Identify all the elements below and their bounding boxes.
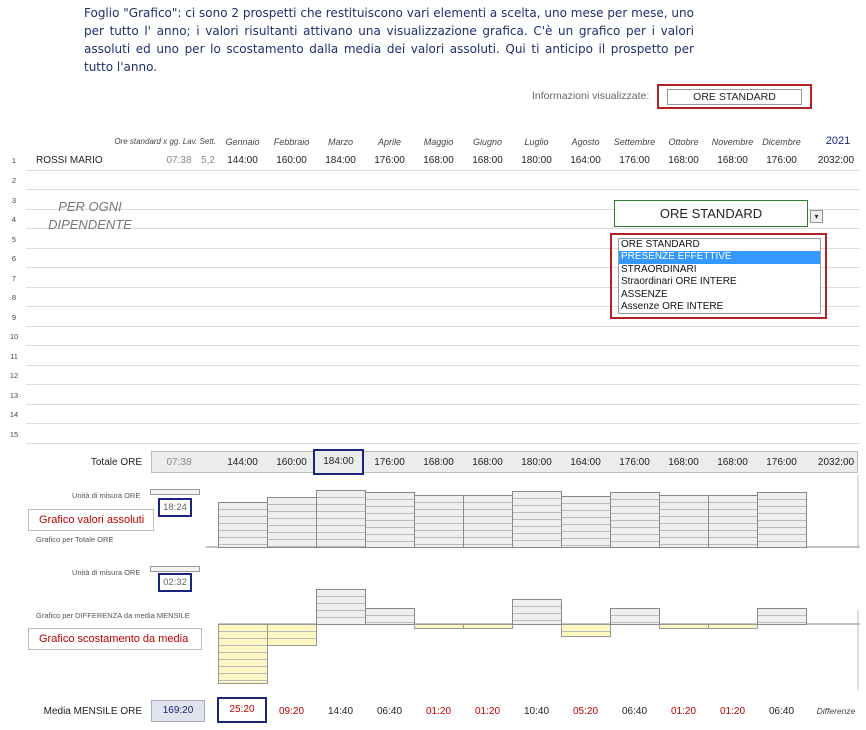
abs-chart-bar bbox=[610, 492, 660, 548]
media-diff-cell: 01:20 bbox=[474, 706, 501, 717]
dev-chart-bar bbox=[659, 624, 709, 629]
media-diff-cell: 09:20 bbox=[278, 706, 305, 717]
dev-unit-slider[interactable] bbox=[150, 566, 200, 572]
dev-unit-value: 02:32 bbox=[158, 573, 192, 592]
dev-chart-bar bbox=[610, 608, 660, 625]
abs-chart-bar bbox=[708, 495, 758, 548]
media-diff-cell: 06:40 bbox=[376, 706, 403, 717]
dev-chart-bar bbox=[512, 599, 562, 625]
chart-lines bbox=[206, 475, 860, 690]
media-diff-cell: 01:20 bbox=[719, 706, 746, 717]
media-diff-cell: 06:40 bbox=[768, 706, 795, 717]
media-value: 169:20 bbox=[151, 700, 205, 722]
abs-chart-bar bbox=[267, 497, 317, 548]
media-suffix: Differenze bbox=[816, 706, 856, 716]
media-diff-cell: 14:40 bbox=[327, 706, 354, 717]
abs-chart-bar bbox=[218, 502, 268, 548]
dev-chart-bar bbox=[463, 624, 513, 629]
dev-chart-bar bbox=[757, 608, 807, 625]
abs-chart-bar bbox=[757, 492, 807, 548]
dev-chart-bar bbox=[561, 624, 611, 637]
abs-chart-bar bbox=[512, 491, 562, 548]
dev-chart-bar bbox=[414, 624, 464, 629]
dev-unit-label: Unità di misura ORE bbox=[72, 568, 141, 577]
media-diff-cell: 25:20 bbox=[217, 697, 267, 723]
dev-chart-bar bbox=[708, 624, 758, 629]
dev-chart-caption: Grafico per DIFFERENZA da media MENSILE bbox=[36, 611, 190, 620]
abs-chart-bar bbox=[561, 496, 611, 548]
abs-chart-bar bbox=[365, 492, 415, 548]
abs-chart-bar bbox=[463, 495, 513, 548]
abs-chart-bar bbox=[316, 490, 366, 548]
dev-chart-bar bbox=[267, 624, 317, 646]
dev-chart-bar bbox=[365, 608, 415, 625]
media-diff-cell: 05:20 bbox=[572, 706, 599, 717]
dev-chart-bar bbox=[218, 624, 268, 684]
dev-chart-bar bbox=[316, 589, 366, 625]
media-diff-cell: 06:40 bbox=[621, 706, 648, 717]
abs-chart-bar bbox=[659, 495, 709, 548]
media-label: Media MENSILE ORE bbox=[43, 706, 142, 717]
media-diff-cell: 10:40 bbox=[523, 706, 550, 717]
abs-chart-bar bbox=[414, 495, 464, 548]
media-diff-cell: 01:20 bbox=[425, 706, 452, 717]
dev-chart-button[interactable]: Grafico scostamento da media bbox=[28, 628, 202, 650]
media-diff-cell: 01:20 bbox=[670, 706, 697, 717]
